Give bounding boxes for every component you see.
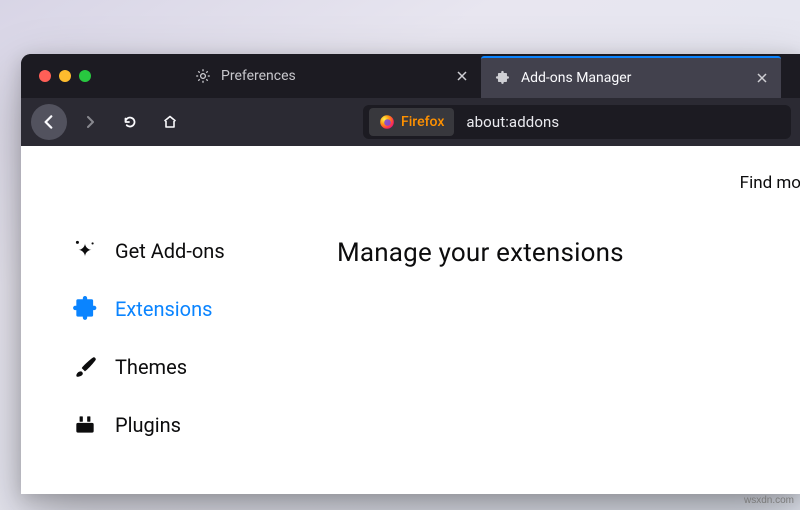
tab-close-button[interactable] bbox=[453, 67, 471, 85]
forward-button[interactable] bbox=[73, 105, 107, 139]
find-more-link[interactable]: Find mo bbox=[740, 173, 800, 193]
window-controls bbox=[21, 54, 181, 98]
tab-label: Preferences bbox=[221, 68, 443, 84]
puzzle-icon bbox=[495, 70, 511, 86]
sidebar-item-label: Plugins bbox=[115, 413, 181, 437]
sparkle-icon bbox=[71, 237, 99, 265]
gear-icon bbox=[195, 68, 211, 84]
sidebar: Get Add-ons Extensions bbox=[21, 202, 311, 494]
tab-preferences[interactable]: Preferences bbox=[181, 54, 481, 98]
sidebar-item-plugins[interactable]: Plugins bbox=[71, 396, 311, 454]
url-bar[interactable]: Firefox about:addons bbox=[363, 105, 791, 139]
content-area: Find mo Get Add-ons bbox=[21, 146, 800, 494]
watermark: wsxdn.com bbox=[744, 495, 794, 506]
reload-button[interactable] bbox=[113, 105, 147, 139]
minimize-window-button[interactable] bbox=[59, 70, 71, 82]
content-body: Get Add-ons Extensions bbox=[21, 202, 800, 494]
content-top-bar: Find mo bbox=[21, 146, 800, 202]
url-text: about:addons bbox=[456, 113, 559, 131]
sidebar-item-label: Extensions bbox=[115, 297, 212, 321]
sidebar-item-label: Get Add-ons bbox=[115, 239, 225, 263]
page-heading: Manage your extensions bbox=[337, 238, 800, 268]
close-window-button[interactable] bbox=[39, 70, 51, 82]
sidebar-item-extensions[interactable]: Extensions bbox=[71, 280, 311, 338]
firefox-icon bbox=[379, 114, 395, 130]
tab-addons-manager[interactable]: Add-ons Manager bbox=[481, 56, 781, 98]
puzzle-icon bbox=[71, 295, 99, 323]
sidebar-item-themes[interactable]: Themes bbox=[71, 338, 311, 396]
navigation-toolbar: Firefox about:addons bbox=[21, 98, 800, 146]
sidebar-item-label: Themes bbox=[115, 355, 187, 379]
back-button[interactable] bbox=[31, 104, 67, 140]
tab-label: Add-ons Manager bbox=[521, 70, 743, 86]
brush-icon bbox=[71, 353, 99, 381]
identity-label: Firefox bbox=[401, 114, 444, 130]
tab-strip: Preferences Add-ons Manager bbox=[21, 54, 800, 98]
main-panel: Manage your extensions bbox=[311, 202, 800, 494]
zoom-window-button[interactable] bbox=[79, 70, 91, 82]
browser-window: Preferences Add-ons Manager bbox=[21, 54, 800, 494]
plug-icon bbox=[71, 411, 99, 439]
tab-close-button[interactable] bbox=[753, 69, 771, 87]
home-button[interactable] bbox=[153, 105, 187, 139]
sidebar-item-get-addons[interactable]: Get Add-ons bbox=[71, 222, 311, 280]
site-identity[interactable]: Firefox bbox=[369, 108, 454, 136]
